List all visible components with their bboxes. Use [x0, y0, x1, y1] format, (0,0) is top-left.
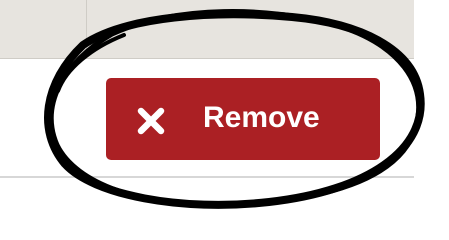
table-header-cell	[87, 0, 414, 58]
remove-button[interactable]: Remove	[106, 78, 380, 160]
table-header	[0, 0, 414, 59]
remove-button-label: Remove	[203, 101, 320, 134]
x-icon	[137, 107, 165, 135]
table-header-cell	[0, 0, 87, 58]
row-divider	[0, 176, 414, 178]
screenshot: Remove	[0, 0, 449, 213]
